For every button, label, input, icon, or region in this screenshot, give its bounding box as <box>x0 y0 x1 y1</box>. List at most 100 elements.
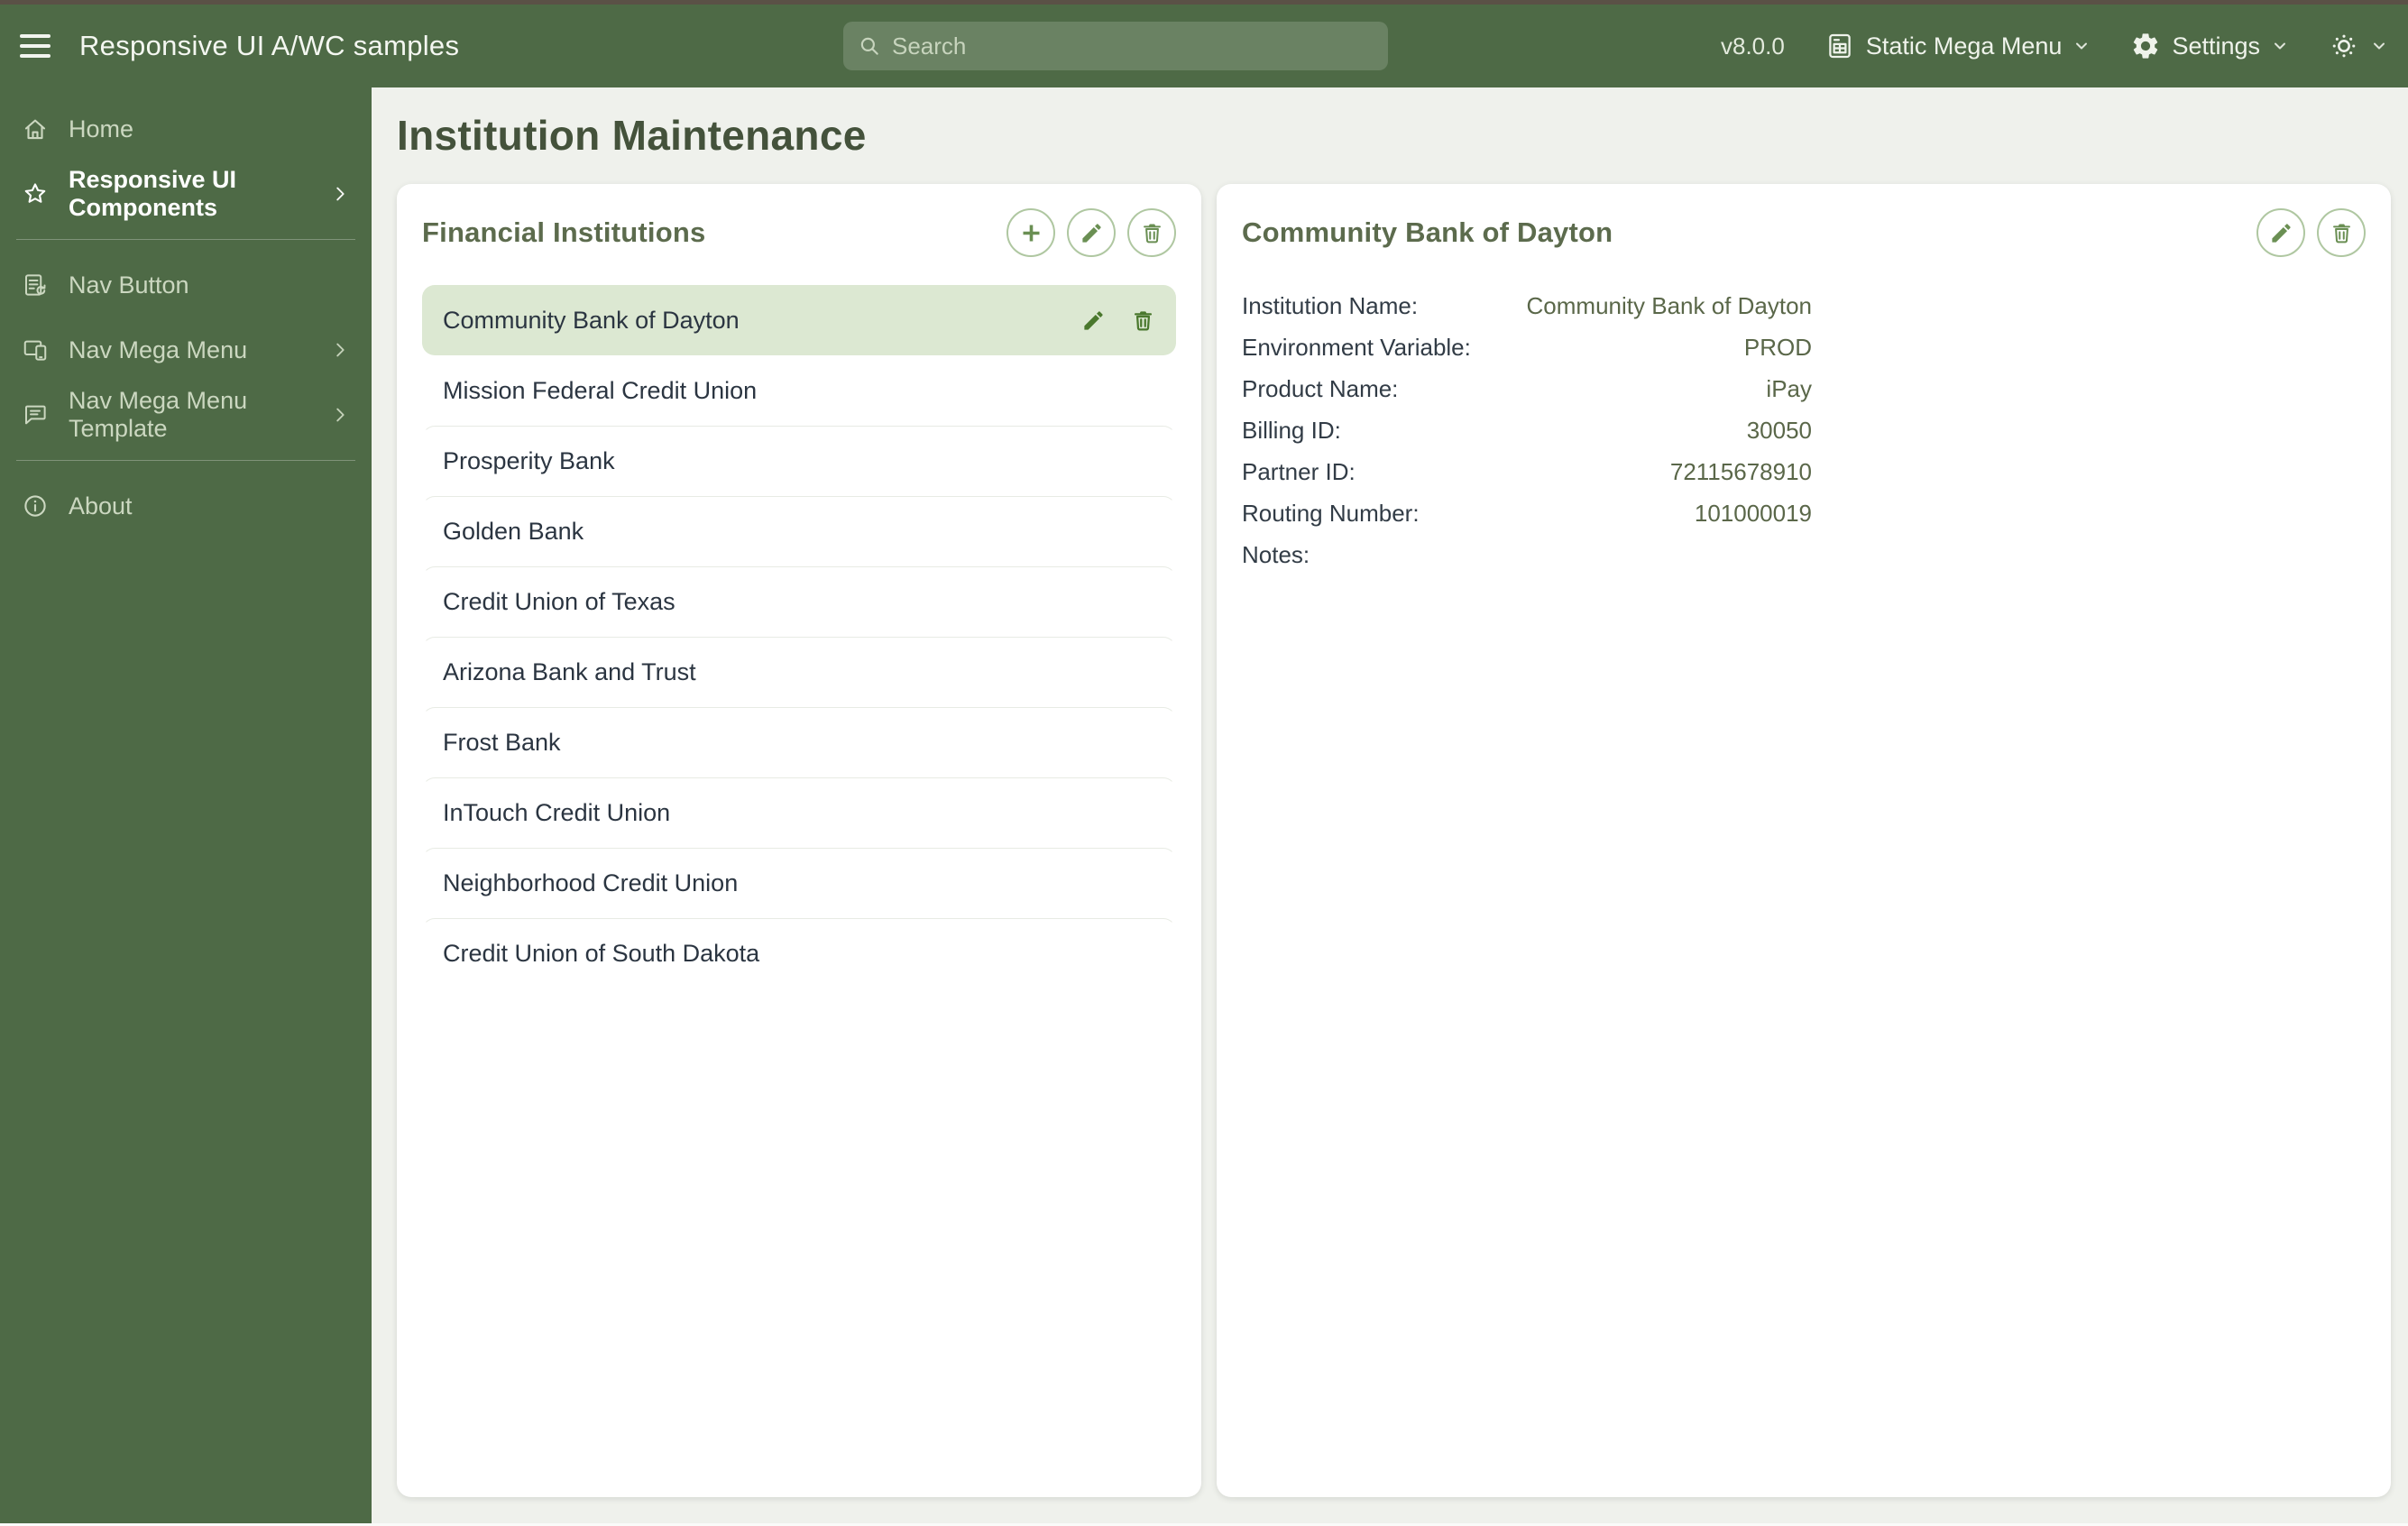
trash-icon <box>2332 223 2350 243</box>
chevron-down-icon <box>2076 42 2088 50</box>
field-row: Partner ID: 72115678910 <box>1242 451 1812 492</box>
main-content: Institution Maintenance Financial Instit… <box>372 87 2408 1526</box>
sidebar-item-label: Nav Mega Menu Template <box>69 387 248 442</box>
sidebar-item[interactable]: Nav Mega Menu <box>0 317 372 382</box>
sidebar-item-label: About <box>69 492 133 519</box>
list-item[interactable]: Prosperity Bank <box>422 426 1176 496</box>
delete-institution-button[interactable] <box>1127 208 1176 257</box>
sidebar-item-label: Home <box>69 115 134 142</box>
sidebar-item-label: Nav Mega Menu <box>69 336 248 363</box>
list-item[interactable]: Frost Bank <box>422 707 1176 777</box>
sidebar-item[interactable]: Nav Mega Menu Template <box>0 382 372 447</box>
nav-button-icon <box>25 274 46 296</box>
detail-fields: Institution Name: Community Bank of Dayt… <box>1242 285 1812 575</box>
mega-menu-icon <box>1829 33 1851 59</box>
row-edit-button[interactable] <box>1081 308 1106 333</box>
pencil-icon <box>1084 310 1103 330</box>
list-item[interactable]: Arizona Bank and Trust <box>422 637 1176 707</box>
edit-detail-button[interactable] <box>2256 208 2305 257</box>
field-label: Institution Name: <box>1242 291 1419 319</box>
chevron-right-icon <box>336 187 345 201</box>
list-card-actions <box>1006 208 1176 257</box>
field-label: Notes: <box>1242 540 1310 568</box>
gear-icon <box>2134 33 2158 59</box>
theme-toggle-button[interactable] <box>2329 31 2388 61</box>
sidebar-item[interactable]: Nav Button <box>0 253 372 317</box>
trash-icon <box>1134 310 1153 331</box>
field-row: Environment Variable: PROD <box>1242 326 1812 368</box>
star-icon <box>24 183 46 203</box>
list-item[interactable]: Credit Union of Texas <box>422 566 1176 637</box>
list-item[interactable]: InTouch Credit Union <box>422 777 1176 848</box>
field-value: iPay <box>1766 374 1812 402</box>
institution-name: Credit Union of Texas <box>443 587 676 615</box>
financial-institutions-card: Financial Institutions Community Bank of… <box>397 184 1201 1497</box>
delete-detail-button[interactable] <box>2317 208 2366 257</box>
institution-name: Prosperity Bank <box>443 446 615 474</box>
sidebar-item[interactable]: Responsive UI Components <box>0 161 372 226</box>
field-value: Community Bank of Dayton <box>1526 291 1812 319</box>
field-row: Notes: <box>1242 534 1812 575</box>
field-row: Product Name: iPay <box>1242 368 1812 409</box>
field-label: Routing Number: <box>1242 499 1420 527</box>
settings-button[interactable]: Settings <box>2130 31 2289 61</box>
list-item[interactable]: Mission Federal Credit Union <box>422 355 1176 426</box>
chevron-right-icon <box>336 408 345 422</box>
add-institution-button[interactable] <box>1006 208 1055 257</box>
sidebar-item[interactable]: Home <box>0 97 372 161</box>
sidebar-item <box>16 460 355 461</box>
sidebar-item-label: Nav Button <box>69 271 189 299</box>
app-title: Responsive UI A/WC samples <box>79 30 460 61</box>
menu-toggle-button[interactable] <box>20 28 60 64</box>
app-header: Responsive UI A/WC samples v8.0.0 Static… <box>0 5 2408 87</box>
edit-institution-button[interactable] <box>1067 208 1116 257</box>
page-title: Institution Maintenance <box>397 112 867 159</box>
version-label: v8.0.0 <box>1721 32 1785 60</box>
chevron-down-icon <box>2275 42 2285 50</box>
search-input[interactable] <box>892 32 1374 60</box>
chevron-down-icon <box>2374 42 2385 50</box>
detail-card-actions <box>2256 208 2366 257</box>
list-item[interactable]: Credit Union of South Dakota <box>422 918 1176 988</box>
detail-card-title: Community Bank of Dayton <box>1242 216 1613 248</box>
institution-name: Mission Federal Credit Union <box>443 376 758 404</box>
field-label: Partner ID: <box>1242 457 1356 485</box>
institution-name: Community Bank of Dayton <box>443 306 740 334</box>
search-icon <box>860 37 878 55</box>
sidebar: Home Responsive UI Components Nav Button… <box>0 87 372 1526</box>
institution-name: InTouch Credit Union <box>443 798 671 826</box>
header-actions: v8.0.0 Static Mega Menu Settings <box>1721 31 2388 61</box>
row-delete-button[interactable] <box>1131 308 1155 333</box>
institution-name: Golden Bank <box>443 517 584 545</box>
sidebar-menu: Home Responsive UI Components Nav Button… <box>0 97 372 538</box>
pencil-icon <box>1081 223 1101 243</box>
list-card-title: Financial Institutions <box>422 216 706 248</box>
field-value: 30050 <box>1746 416 1812 444</box>
field-value: 72115678910 <box>1669 457 1812 485</box>
field-label: Environment Variable: <box>1242 333 1471 361</box>
row-actions <box>1081 308 1155 333</box>
sidebar-item <box>16 239 355 240</box>
list-item[interactable]: Community Bank of Dayton <box>422 285 1176 355</box>
institution-name: Frost Bank <box>443 728 561 756</box>
institution-name: Neighborhood Credit Union <box>443 869 739 896</box>
field-row: Institution Name: Community Bank of Dayt… <box>1242 285 1812 326</box>
chevron-right-icon <box>336 343 345 357</box>
sidebar-item[interactable]: About <box>0 473 372 538</box>
sidebar-item-label: Responsive UI Components <box>69 166 237 221</box>
plus-icon <box>1023 225 1039 241</box>
static-mega-menu-button[interactable]: Static Mega Menu <box>1824 31 2091 61</box>
list-item[interactable]: Golden Bank <box>422 496 1176 566</box>
field-row: Billing ID: 30050 <box>1242 409 1812 451</box>
field-value: PROD <box>1743 333 1812 361</box>
info-icon <box>24 495 46 517</box>
field-label: Billing ID: <box>1242 416 1341 444</box>
field-label: Product Name: <box>1242 374 1399 402</box>
list-item[interactable]: Neighborhood Credit Union <box>422 848 1176 918</box>
field-value: 101000019 <box>1694 499 1812 527</box>
nav-mega-menu-template-icon <box>25 405 46 425</box>
search-box <box>843 22 1388 70</box>
trash-icon <box>1143 223 1161 243</box>
institution-name: Arizona Bank and Trust <box>443 657 696 685</box>
sun-icon <box>2332 34 2356 58</box>
